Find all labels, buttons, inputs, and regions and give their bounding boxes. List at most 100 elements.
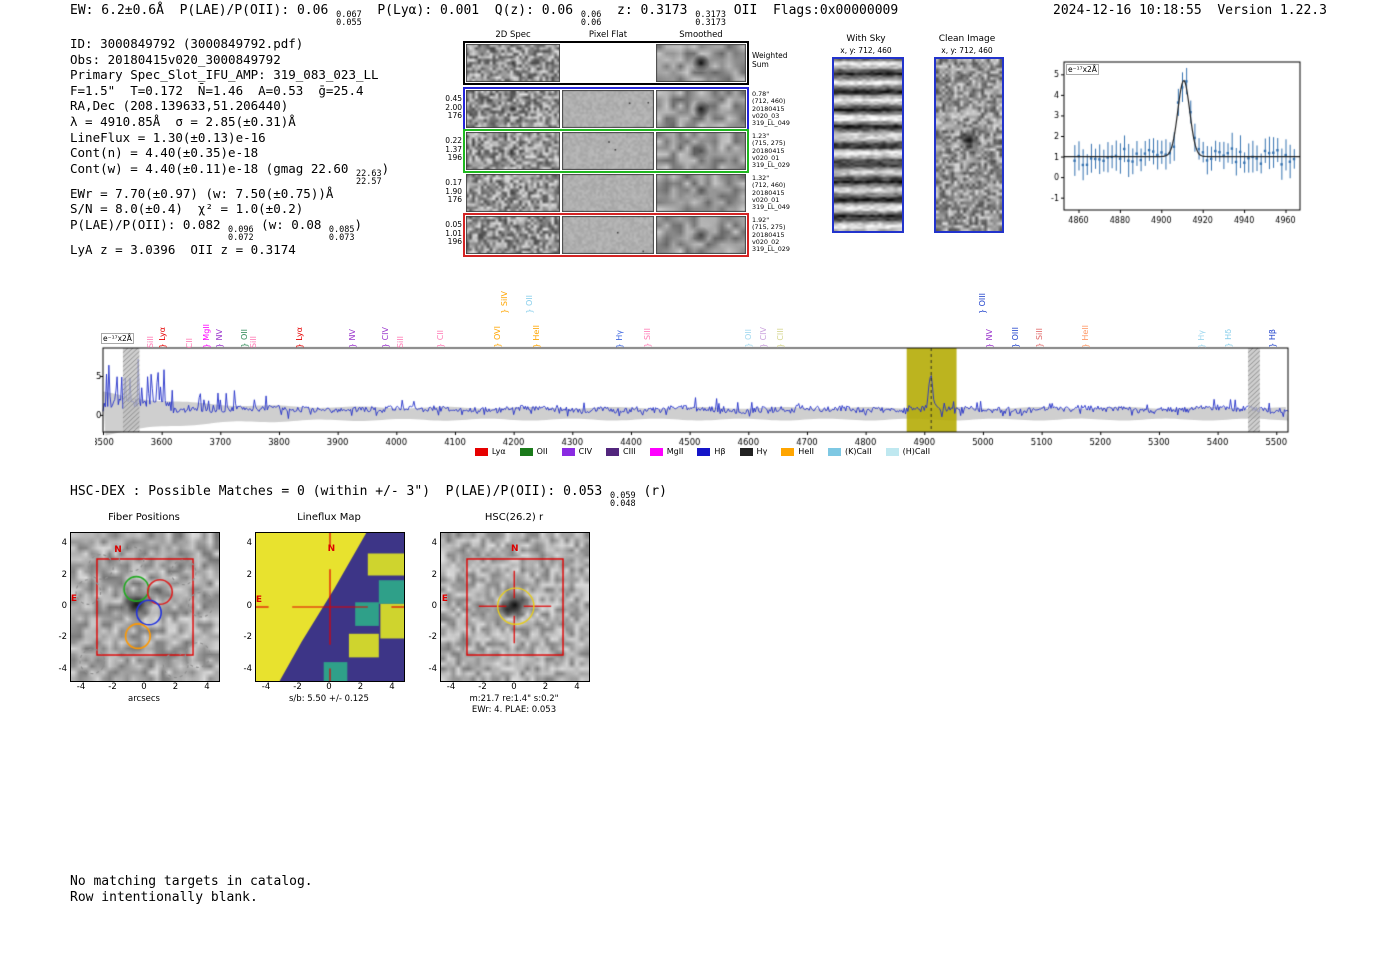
legend-swatch <box>781 447 795 456</box>
info-line: Primary Spec_Slot_IFU_AMP: 319_083_023_L… <box>70 67 389 83</box>
pixel-flat-cutout-row1 <box>562 90 654 128</box>
2d-spec-cutout-row2 <box>466 132 560 170</box>
cutout-row-annotation: 0.78" (712, 460) 20180415 v020_03 319_LL_049 <box>752 90 806 128</box>
text-segment: Cont(w) = 4.40(±0.11)e-18 (gmag 22.60 <box>70 160 356 176</box>
text-segment: (r) <box>635 484 667 499</box>
compass-east: E <box>255 594 263 605</box>
2d-spec-cutout-row4 <box>466 216 560 254</box>
stacked-uncertainty: 0.059 0.048 <box>610 491 636 509</box>
info-line: ID: 3000849792 (3000849792.pdf) <box>70 36 389 52</box>
hsc-cutout-panel: HSC(26.2) r m:21.7 re:1.4" s:0.2" EWr: 4… <box>420 510 625 722</box>
smoothed-cutout-row4 <box>656 216 746 254</box>
info-line: F=1.5" T=0.172 N̄=1.46 A=0.53 ḡ=25.4 <box>70 83 389 99</box>
fiber-positions-xlabel: arcsecs <box>128 694 160 704</box>
x-tick-label: 4 <box>389 682 395 692</box>
full-spectrum-ylabel: e⁻¹⁷x2Å <box>101 333 134 344</box>
x-tick-label: 0 <box>511 682 517 692</box>
withsky-coords: x, y: 712, 460 <box>840 46 892 55</box>
annotation-line: 319_LL_049 <box>752 119 790 128</box>
text-segment: LineFlux = 1.30(±0.13)e-16 <box>70 129 266 145</box>
info-line: LineFlux = 1.30(±0.13)e-16 <box>70 130 389 146</box>
x-tick-label: -4 <box>76 682 86 692</box>
detection-info-block: ID: 3000849792 (3000849792.pdf) Obs: 2018… <box>70 36 389 258</box>
stacked-uncertainty: 0.085 0.073 <box>328 224 355 243</box>
hsc-cutout-xlabel2: EWr: 4. PLAE: 0.053 <box>471 705 557 715</box>
x-tick-label: 0 <box>141 682 147 692</box>
smoothed-cutout-row3 <box>656 174 746 212</box>
compass-north: N <box>114 545 122 556</box>
info-line: Cont(n) = 4.40(±0.35)e-18 <box>70 145 389 161</box>
legend-swatch <box>739 447 753 456</box>
smoothed-cutout-row2 <box>656 132 746 170</box>
text-segment: Primary Spec_Slot_IFU_AMP: 319_083_023_L… <box>70 67 379 83</box>
text-segment: EWr = 7.70(±0.97) (w: 7.50(±0.75))Å <box>70 185 334 201</box>
legend-item-CIV: CIV <box>561 447 593 456</box>
legend-swatch <box>519 447 533 456</box>
smoothed-cutout-row0 <box>656 44 746 82</box>
legend-item-OII: OII <box>519 447 548 456</box>
y-tick-label: 4 <box>246 538 252 549</box>
lineflux-map-xlabel: s/b: 5.50 +/- 0.125 <box>289 694 369 704</box>
x-tick-label: -2 <box>108 682 117 692</box>
compass-north: N <box>511 544 519 555</box>
cutout-col-header-2dspec: 2D Spec <box>495 30 531 40</box>
x-tick-label: -4 <box>446 682 456 692</box>
text-segment: Obs: 20180415v020_3000849792 <box>70 51 281 67</box>
legend-item-CIII: CIII <box>606 447 636 456</box>
cutout-row-scale-labels: 0.22 1.37 196 <box>434 136 462 163</box>
stacked-uncertainty: 0.096 0.072 <box>228 224 254 243</box>
pixel-flat-cutout-row4 <box>562 216 654 254</box>
stacked-uncertainty: 0.067 0.055 <box>336 10 362 28</box>
legend-item-MgII: MgII <box>649 447 683 456</box>
footer-notes: No matching targets in catalog. Row inte… <box>70 874 313 905</box>
legend-label: Hβ <box>714 447 726 456</box>
info-line: λ = 4910.85Å σ = 2.85(±0.31)Å <box>70 114 389 130</box>
cutout-col-header-pixelflat: Pixel Flat <box>588 30 628 40</box>
legend-swatch <box>885 447 899 456</box>
footer-note-2: Row intentionally blank. <box>70 889 258 905</box>
full-spectrum-canvas <box>95 253 1310 453</box>
text-segment: EW: 6.2±0.6Å P(LAE)/P(OII): 0.06 <box>70 3 337 18</box>
line-fit-ylabel: e⁻¹⁷x2Å <box>1066 64 1099 75</box>
hsc-cutout-title: HSC(26.2) r <box>484 512 544 523</box>
legend-label: HeII <box>798 447 814 456</box>
2d-spec-cutout-row3 <box>466 174 560 212</box>
legend-label: CIV <box>578 447 593 456</box>
text-segment: P(LAE)/P(OII): 0.082 <box>70 216 229 232</box>
pixel-flat-cutout-row3 <box>562 174 654 212</box>
cutout-row-annotation: Weighted Sum <box>752 51 806 69</box>
footer-note-1: No matching targets in catalog. <box>70 874 313 889</box>
y-tick-label: -2 <box>428 632 437 643</box>
info-line: Obs: 20180415v020_3000849792 <box>70 52 389 68</box>
hsc-cutout-image <box>440 532 590 682</box>
x-tick-label: -4 <box>261 682 271 692</box>
timestamp-version: 2024-12-16 10:18:55 Version 1.22.3 <box>1053 3 1327 18</box>
line-fit-plot: e⁻¹⁷x2Å <box>1040 48 1306 243</box>
clean-title: Clean Image <box>938 34 996 44</box>
info-line: EWr = 7.70(±0.97) (w: 7.50(±0.75))Å <box>70 186 389 202</box>
x-tick-label: 2 <box>542 682 549 692</box>
text-segment: ID: 3000849792 (3000849792.pdf) <box>70 36 304 51</box>
y-tick-label: 2 <box>431 569 437 580</box>
x-tick-label: 4 <box>204 682 210 692</box>
y-tick-label: -4 <box>428 663 437 674</box>
clean-coords: x, y: 712, 460 <box>941 46 993 55</box>
legend-item-(K)CaII: (K)CaII <box>827 447 872 456</box>
legend-swatch <box>649 447 663 456</box>
y-tick-label: 2 <box>246 569 252 580</box>
text-segment: ) <box>354 216 363 232</box>
cutout-row-scale-labels: 0.45 2.00 176 <box>434 94 462 121</box>
legend-item-Lyα: Lyα <box>474 447 506 456</box>
cutout-row-scale-labels: 0.05 1.01 196 <box>434 220 462 247</box>
legend-item-Hγ: Hγ <box>739 447 768 456</box>
fiber-positions-title: Fiber Positions <box>108 512 180 523</box>
legend-swatch <box>827 447 841 456</box>
text-segment: S/N = 8.0(±0.4) χ² = 1.0(±0.2) <box>70 201 304 217</box>
text-segment: F=1.5" T=0.172 N̄=1.46 A=0.53 ḡ=25.4 <box>70 82 364 98</box>
legend-item-Hβ: Hβ <box>697 447 726 456</box>
y-tick-label: -4 <box>58 663 67 674</box>
legend-swatch <box>606 447 620 456</box>
x-tick-label: 2 <box>357 682 364 692</box>
legend-label: Hγ <box>756 447 768 456</box>
annotation-line: 319_LL_049 <box>752 203 790 212</box>
